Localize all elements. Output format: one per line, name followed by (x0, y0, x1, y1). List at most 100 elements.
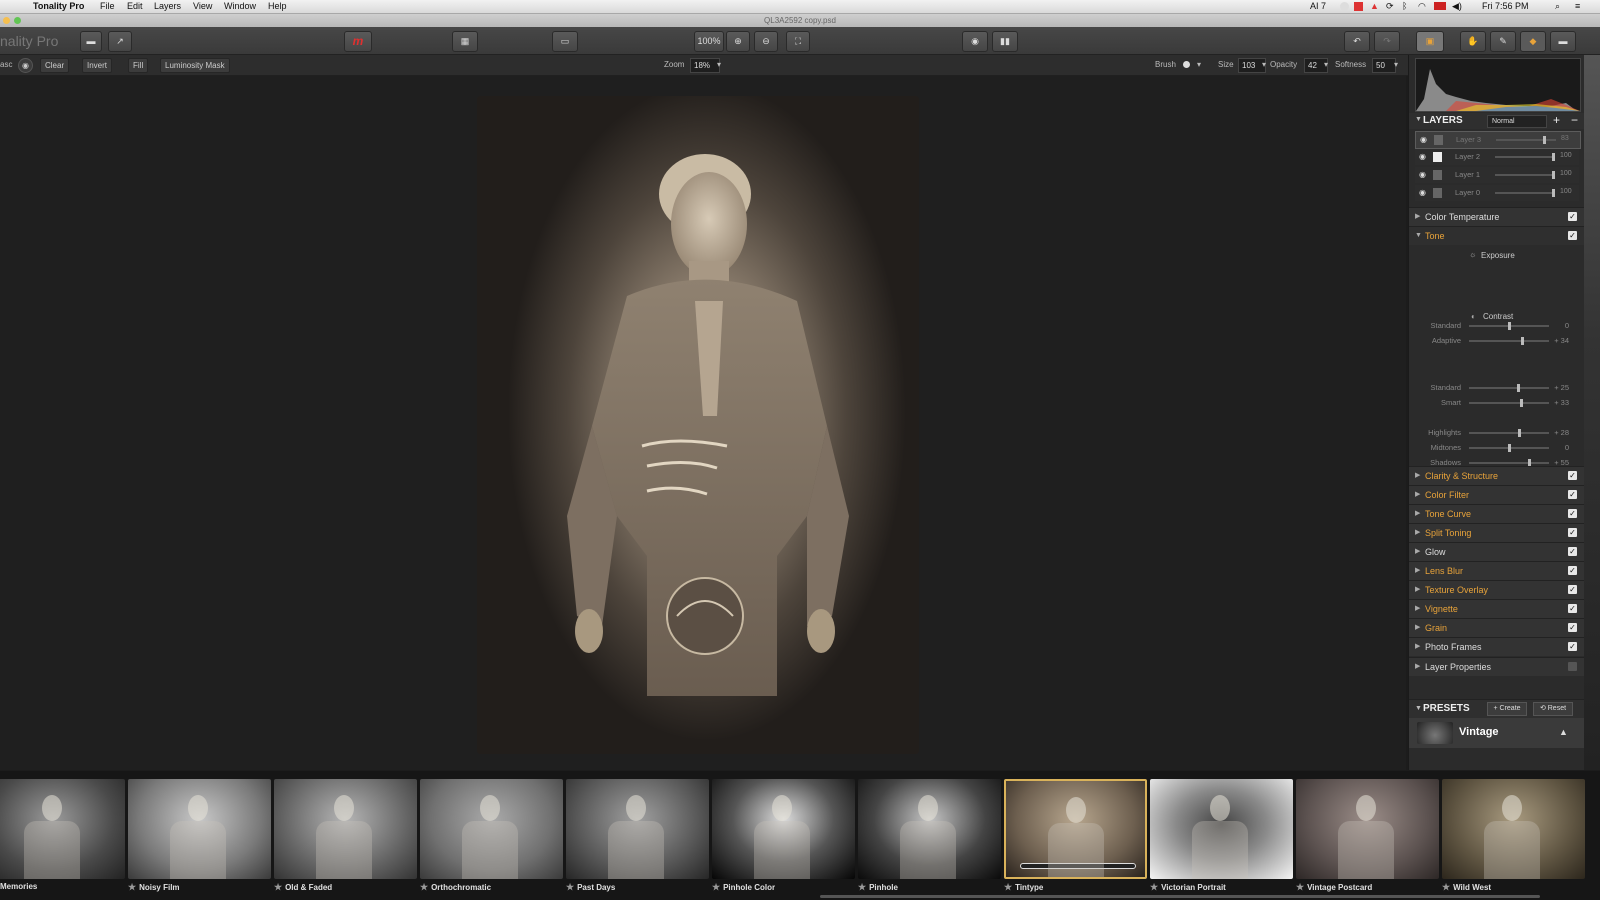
create-preset-button[interactable]: + Create (1487, 702, 1527, 716)
preset-caption[interactable]: ★ Old & Faded (274, 882, 332, 893)
layer-visibility-eye-icon[interactable]: ◉ (1419, 188, 1426, 197)
preset-thumbnail[interactable] (128, 779, 271, 879)
preset-thumbnail[interactable] (1150, 779, 1293, 879)
layer-opacity-knob[interactable] (1552, 189, 1555, 197)
reset-preset-button[interactable]: ⟲ Reset (1533, 702, 1573, 716)
zoom-field[interactable]: 18% (690, 58, 720, 73)
layers-collapse-icon[interactable]: ▼ (1415, 116, 1422, 123)
panel-toggle-button[interactable]: ▬ (1550, 31, 1576, 52)
volume-icon[interactable]: ◀) (1452, 1, 1462, 12)
section-checkbox[interactable]: ✓ (1568, 212, 1577, 221)
eraser-tool-button[interactable]: ◆ (1520, 31, 1546, 52)
section-texture-overlay[interactable]: ▶ Texture Overlay ✓ (1409, 580, 1585, 599)
hand-tool-button[interactable]: ✋ (1460, 31, 1486, 52)
section-lens-blur[interactable]: ▶ Lens Blur ✓ (1409, 561, 1585, 580)
preset-caption[interactable]: ★ Past Days (566, 882, 615, 893)
layer-row[interactable]: ◉ Layer 2 100 (1415, 149, 1579, 165)
menu-window[interactable]: Window (224, 1, 256, 11)
export-button[interactable]: ↗ (108, 31, 132, 52)
slider-track[interactable] (1469, 459, 1549, 467)
fit-screen-button[interactable]: ⛶ (786, 31, 810, 52)
section-checkbox[interactable]: ✓ (1568, 471, 1577, 480)
layer-opacity-knob[interactable] (1543, 136, 1547, 144)
section-tone-curve[interactable]: ▶ Tone Curve ✓ (1409, 504, 1585, 523)
favorite-star-icon[interactable]: ★ (420, 882, 428, 892)
preset-caption[interactable]: ★ Pinhole Color (712, 882, 775, 893)
fill-mask-button[interactable]: Fill (128, 58, 149, 73)
section-color-temperature[interactable]: ▶ Color Temperature ✓ (1409, 207, 1585, 226)
slider-track[interactable] (1469, 384, 1549, 392)
section-color-filter[interactable]: ▶ Color Filter ✓ (1409, 485, 1585, 504)
section-grain[interactable]: ▶ Grain ✓ (1409, 618, 1585, 637)
favorite-star-icon[interactable]: ★ (1150, 882, 1158, 892)
preset-caption[interactable]: ★ Noisy Film (128, 882, 180, 893)
preset-category-selector[interactable]: Vintage ▲ (1409, 718, 1585, 748)
softness-dropdown-icon[interactable]: ▾ (1394, 60, 1398, 69)
zoom-out-button[interactable]: ⊖ (754, 31, 778, 52)
favorite-star-icon[interactable]: ★ (1296, 882, 1304, 892)
preset-caption[interactable]: ★ Victorian Portrait (1150, 882, 1226, 893)
section-split-toning[interactable]: ▶ Split Toning ✓ (1409, 523, 1585, 542)
section-checkbox[interactable]: ✓ (1568, 623, 1577, 632)
layer-row[interactable]: ◉ Layer 1 100 (1415, 167, 1579, 183)
section-checkbox[interactable]: ✓ (1568, 509, 1577, 518)
minimize-window-icon[interactable] (3, 17, 10, 24)
preset-caption[interactable]: ★ Orthochromatic (420, 882, 491, 893)
preset-thumbnail[interactable] (1296, 779, 1439, 879)
favorite-star-icon[interactable]: ★ (858, 882, 866, 892)
red-app-icon[interactable] (1354, 2, 1363, 11)
layer-opacity-slider[interactable] (1495, 189, 1555, 197)
layer-opacity-slider[interactable] (1495, 153, 1555, 161)
undo-button[interactable]: ↶ (1344, 31, 1370, 52)
section-checkbox[interactable] (1568, 662, 1577, 671)
open-file-button[interactable]: ▬ (80, 31, 102, 52)
tone-slider-row[interactable]: Midtones 0 (1409, 441, 1585, 455)
favorite-star-icon[interactable]: ★ (1442, 882, 1450, 892)
add-layer-button[interactable]: + (1553, 113, 1560, 127)
preset-thumbnail[interactable] (274, 779, 417, 879)
layer-opacity-slider[interactable] (1495, 171, 1555, 179)
layer-name[interactable]: Layer 1 (1455, 170, 1480, 179)
layer-opacity-knob[interactable] (1552, 153, 1555, 161)
slider-knob[interactable] (1518, 429, 1522, 437)
section-checkbox[interactable]: ✓ (1568, 490, 1577, 499)
menu-view[interactable]: View (193, 1, 212, 11)
preset-caption[interactable]: ★ Vintage Postcard (1296, 882, 1372, 893)
section-checkbox[interactable]: ✓ (1568, 547, 1577, 556)
tone-slider-row[interactable]: Standard + 25 (1409, 381, 1585, 395)
favorite-star-icon[interactable]: ★ (712, 882, 720, 892)
blend-mode-select[interactable]: Normal (1487, 115, 1547, 128)
compare-layout-button[interactable]: ▦ (452, 31, 478, 52)
section-checkbox[interactable]: ✓ (1568, 528, 1577, 537)
slider-knob[interactable] (1507, 444, 1511, 452)
section-vignette[interactable]: ▶ Vignette ✓ (1409, 599, 1585, 618)
zoom-window-icon[interactable] (14, 17, 21, 24)
remove-layer-button[interactable]: − (1571, 113, 1578, 127)
category-up-icon[interactable]: ▲ (1559, 727, 1568, 737)
layer-opacity-knob[interactable] (1552, 171, 1555, 179)
preset-caption[interactable]: ★ Pinhole (858, 882, 898, 893)
slider-knob[interactable] (1507, 322, 1511, 330)
slider-track[interactable] (1469, 399, 1549, 407)
layer-name[interactable]: Layer 0 (1455, 188, 1480, 197)
tone-slider-row[interactable]: Smart + 33 (1409, 396, 1585, 410)
tone-slider-row[interactable]: Adaptive + 34 (1409, 334, 1585, 348)
slider-knob[interactable] (1520, 337, 1524, 345)
section-layer-properties[interactable]: ▶ Layer Properties (1409, 657, 1585, 676)
layer-visibility-eye-icon[interactable]: ◉ (1420, 135, 1427, 144)
wifi-icon[interactable]: ◠ (1418, 1, 1426, 12)
redo-button[interactable]: ↷ (1374, 31, 1400, 52)
layer-name[interactable]: Layer 3 (1456, 135, 1481, 144)
layer-visibility-eye-icon[interactable]: ◉ (1419, 152, 1426, 161)
menu-app-name[interactable]: Tonality Pro (33, 1, 84, 11)
menubar-clock[interactable]: Fri 7:56 PM (1482, 1, 1529, 11)
preset-thumbnail[interactable] (1442, 779, 1585, 879)
opacity-dropdown-icon[interactable]: ▾ (1324, 60, 1328, 69)
macphun-button[interactable]: m (344, 31, 372, 52)
slider-track[interactable] (1469, 322, 1549, 330)
edited-photo[interactable] (477, 96, 919, 754)
time-machine-icon[interactable]: ⟳ (1386, 1, 1394, 12)
slider-track[interactable] (1469, 444, 1549, 452)
preset-caption[interactable]: Memories (0, 882, 37, 891)
section-checkbox[interactable]: ✓ (1568, 604, 1577, 613)
